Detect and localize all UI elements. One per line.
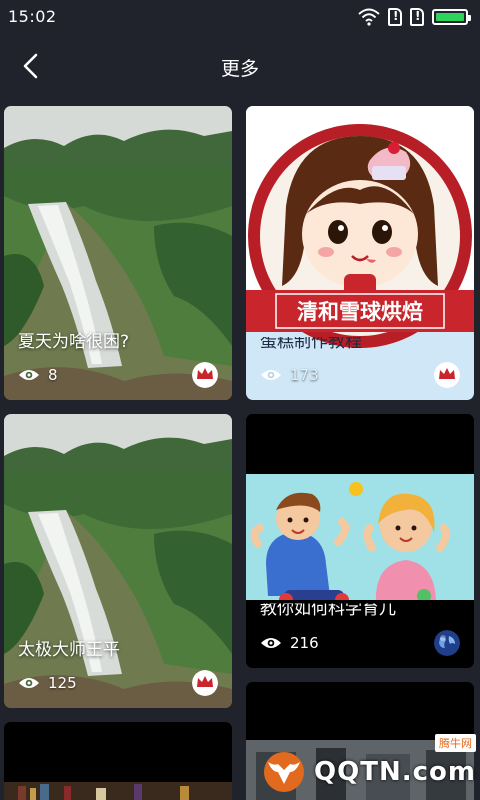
bookshelf-thumbnail — [4, 722, 232, 800]
video-card[interactable]: 清和雪球烘焙 蛋糕制作教程 173 — [246, 106, 474, 400]
view-count: 216 — [260, 634, 319, 652]
crown-icon — [434, 362, 460, 388]
battery-icon — [432, 9, 471, 25]
video-card[interactable] — [4, 722, 232, 800]
eye-icon — [261, 370, 281, 380]
watermark: QQTN.com 腾牛网 — [260, 734, 476, 794]
watermark-text: QQTN.com — [314, 757, 476, 787]
card-title: 夏天为啥很困? — [18, 332, 130, 352]
crown-icon — [192, 362, 218, 388]
earth-icon — [434, 630, 460, 656]
video-card[interactable]: 太极大师王平 125 — [4, 414, 232, 708]
view-count: 8 — [18, 366, 58, 384]
author-avatar[interactable] — [192, 670, 218, 696]
view-count-value: 216 — [290, 634, 319, 652]
status-bar: 15:02 — [0, 0, 480, 34]
wifi-icon — [358, 8, 380, 26]
waterfall-thumbnail — [4, 414, 232, 708]
watermark-label: 腾牛网 — [435, 734, 476, 752]
page-title: 更多 — [220, 58, 259, 80]
author-avatar[interactable] — [434, 630, 460, 656]
view-count: 125 — [18, 674, 77, 692]
sim-2-icon — [410, 8, 424, 26]
waterfall-thumbnail — [4, 106, 232, 400]
eye-icon — [19, 370, 39, 380]
video-card[interactable]: 教你如何科学育儿 216 — [246, 414, 474, 668]
view-count-value: 125 — [48, 674, 77, 692]
children-thumbnail — [246, 414, 474, 668]
crown-icon — [192, 670, 218, 696]
view-count-value: 173 — [290, 366, 319, 384]
banner-text: 清和雪球烘焙 — [297, 300, 423, 324]
video-card[interactable]: 夏天为啥很困? 8 — [4, 106, 232, 400]
battery-level — [436, 13, 464, 21]
status-time: 15:02 — [8, 7, 57, 26]
eye-icon — [19, 678, 39, 688]
author-avatar[interactable] — [192, 362, 218, 388]
author-avatar[interactable] — [434, 362, 460, 388]
bull-logo-icon — [264, 752, 305, 792]
cartoon-girl-thumbnail: 清和雪球烘焙 — [246, 106, 474, 400]
view-count: 173 — [260, 366, 319, 384]
status-icons — [358, 7, 471, 27]
view-count-value: 8 — [48, 366, 58, 384]
sim-1-icon — [388, 8, 402, 26]
card-title: 太极大师王平 — [18, 640, 120, 660]
eye-icon — [261, 638, 281, 648]
nav-bar: 更多 — [0, 34, 480, 100]
